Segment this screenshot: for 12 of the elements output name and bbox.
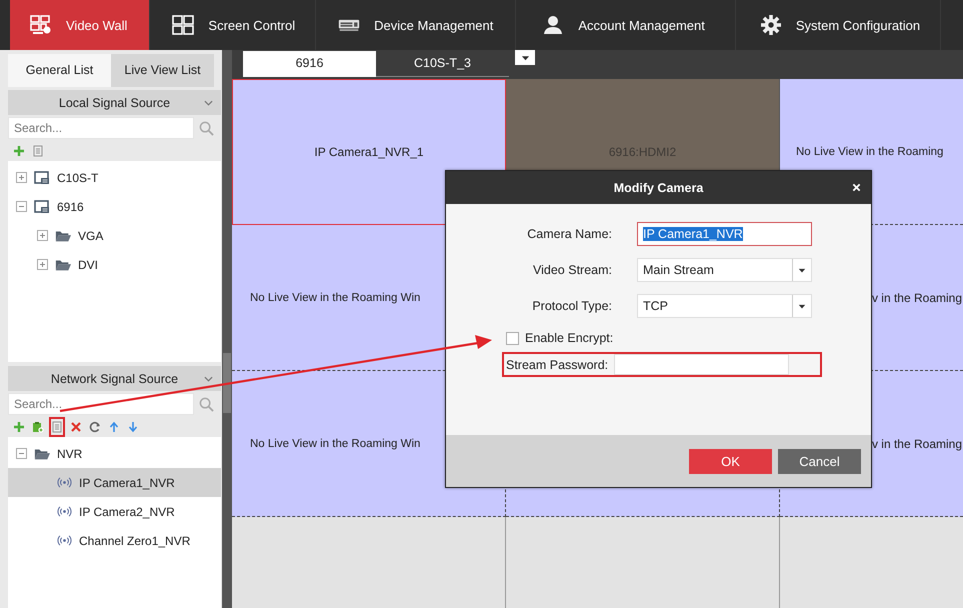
window-label: No Live View in the Roaming Win xyxy=(250,438,420,450)
window-label: No Live View in the Roaming xyxy=(796,146,944,158)
field-label: Camera Name: xyxy=(526,227,612,241)
window-label: IP Camera1_NVR_1 xyxy=(314,145,424,159)
dialog-title: Modify Camera xyxy=(614,180,704,194)
window-label: No Live View in the Roaming Win xyxy=(250,292,420,304)
field-label: Stream Password: xyxy=(505,358,610,372)
window-label: v in the Roaming xyxy=(872,436,962,450)
window-label: v in the Roaming xyxy=(872,290,962,304)
field-label: Video Stream: xyxy=(532,263,612,277)
checkbox-label: Enable Encrypt: xyxy=(525,331,614,345)
field-label: Protocol Type: xyxy=(531,299,612,313)
